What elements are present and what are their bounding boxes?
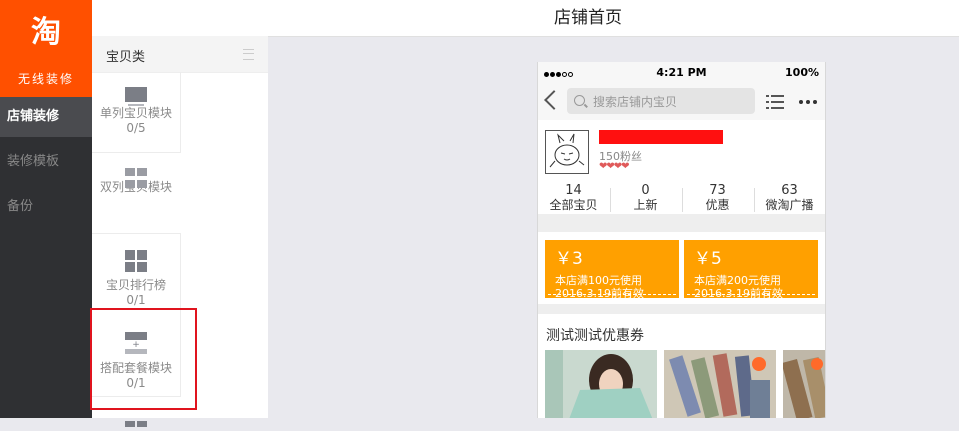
taobao-logo-glyph: 淘	[31, 15, 61, 50]
coupon-section: 测试测试优惠券	[538, 314, 825, 418]
stat-discounts[interactable]: 73 优惠	[682, 183, 753, 213]
search-input[interactable]: 搜索店铺内宝贝	[567, 88, 755, 114]
stat-value: 73	[709, 183, 726, 198]
module-label: 单列宝贝模块	[99, 106, 172, 120]
shop-header: 150粉丝 ❤❤❤❤ 14 全部宝贝 0 上新 73 优惠 63 微淘广播	[538, 120, 825, 214]
shop-name-redacted	[599, 130, 723, 144]
selection-highlight	[90, 308, 197, 410]
product-image[interactable]	[545, 350, 657, 418]
shop-avatar[interactable]	[545, 130, 589, 174]
search-icon	[574, 95, 585, 106]
coupon-strip: ￥3 本店满100元使用 2016.3.19前有效 ￥5 本店满200元使用 2…	[538, 232, 825, 304]
top-bar: 店铺首页	[268, 0, 959, 37]
section-title: 测试测试优惠券	[546, 328, 644, 344]
product-image[interactable]	[664, 350, 776, 418]
stat-value: 63	[781, 183, 798, 198]
nav-item-backup[interactable]: 备份	[0, 187, 92, 227]
coupon-amount: ￥5	[694, 249, 722, 269]
brand-subtitle: 无线装修	[17, 72, 74, 86]
left-nav: 淘 无线装修 店铺装修 装修模板 备份	[0, 0, 92, 418]
coupon-validity: 2016.3.19前有效	[555, 287, 644, 298]
module-label: 宝贝排行榜	[105, 278, 166, 292]
coupon-card[interactable]: ￥3 本店满100元使用 2016.3.19前有效	[545, 240, 679, 298]
nav-item-shop-decoration[interactable]: 店铺装修	[0, 97, 92, 137]
panel-header: 宝贝类	[92, 36, 268, 73]
stat-new[interactable]: 0 上新	[610, 183, 681, 213]
panel-title: 宝贝类	[106, 50, 146, 65]
module-single-column[interactable]: 单列宝贝模块 0/5	[92, 72, 181, 153]
coupon-amount: ￥3	[555, 249, 583, 269]
page-title: 店铺首页	[554, 8, 622, 28]
nav-item-decoration-templates[interactable]: 装修模板	[0, 142, 92, 182]
category-list-icon[interactable]	[766, 95, 784, 109]
brand-logo[interactable]: 淘 无线装修	[0, 0, 92, 97]
double-column-icon	[125, 168, 147, 190]
shop-rating-hearts: ❤❤❤❤	[599, 161, 629, 172]
coupon-condition: 本店满100元使用	[555, 274, 642, 287]
module-count: 0/1	[126, 293, 146, 307]
shop-stats: 14 全部宝贝 0 上新 73 优惠 63 微淘广播	[538, 184, 825, 214]
stat-label: 微淘广播	[765, 198, 814, 212]
stat-value: 14	[565, 183, 582, 198]
module-icon	[125, 412, 147, 427]
status-time: 4:21 PM	[656, 66, 707, 79]
search-placeholder: 搜索店铺内宝贝	[593, 95, 678, 109]
battery-level: 100%	[785, 66, 819, 79]
more-icon[interactable]	[799, 100, 817, 104]
single-column-icon	[125, 87, 147, 107]
stat-label: 全部宝贝	[549, 198, 598, 212]
menu-icon[interactable]	[243, 49, 254, 60]
product-image[interactable]	[783, 350, 825, 418]
stat-broadcast[interactable]: 63 微淘广播	[754, 183, 825, 213]
back-icon[interactable]	[544, 90, 564, 110]
stat-value: 0	[641, 183, 650, 198]
coupon-validity: 2016.3.19前有效	[694, 287, 783, 298]
coupon-condition: 本店满200元使用	[694, 274, 781, 287]
stat-label: 优惠	[705, 198, 730, 212]
module-double-column[interactable]: 双列宝贝模块	[92, 152, 180, 232]
search-bar: 搜索店铺内宝贝	[538, 84, 825, 121]
module-count: 0/5	[126, 121, 146, 135]
stat-label: 上新	[633, 198, 658, 212]
stat-all-items[interactable]: 14 全部宝贝	[538, 183, 609, 213]
status-bar: 4:21 PM 100%	[538, 62, 825, 84]
module-ranking[interactable]: 宝贝排行榜 0/1	[92, 233, 181, 310]
grid-icon	[125, 250, 147, 272]
phone-preview: 4:21 PM 100% 搜索店铺内宝贝 150粉丝 ❤❤❤❤ 14 全部宝贝 …	[537, 62, 826, 418]
coupon-card[interactable]: ￥5 本店满200元使用 2016.3.19前有效	[684, 240, 818, 298]
